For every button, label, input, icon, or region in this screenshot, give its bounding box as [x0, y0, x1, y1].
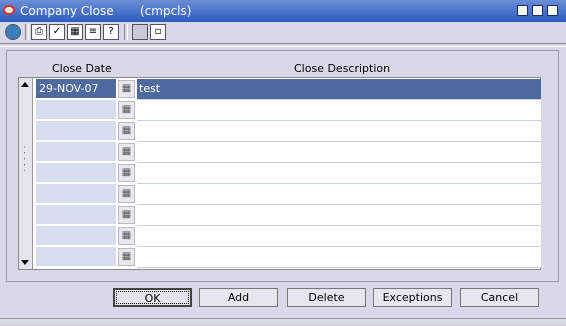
- cancel-button[interactable]: Cancel: [460, 288, 539, 307]
- vertical-scrollbar[interactable]: ⁚ ⁚ ⁚ ⁚: [19, 78, 33, 269]
- toolbar-divider: [0, 43, 566, 47]
- new-doc-icon[interactable]: ▫: [150, 24, 166, 40]
- close-description-cell[interactable]: [137, 163, 541, 184]
- table-row[interactable]: ▦: [35, 121, 541, 142]
- close-date-cell[interactable]: [36, 100, 116, 120]
- close-date-cell[interactable]: [36, 142, 116, 162]
- scroll-down-icon[interactable]: [21, 260, 29, 265]
- calendar-icon[interactable]: ▦: [118, 143, 135, 161]
- table-row[interactable]: ▦: [35, 184, 541, 205]
- close-date-cell[interactable]: 29-NOV-07: [36, 79, 116, 99]
- close-description-cell[interactable]: [137, 142, 541, 163]
- close-date-cell[interactable]: [36, 205, 116, 225]
- close-dates-table: ⁚ ⁚ ⁚ ⁚ 29-NOV-07 ▦ test ▦ ▦ ▦ ▦ ▦ ▦ ▦ ▦: [18, 77, 541, 270]
- scroll-grip-icon[interactable]: ⁚ ⁚ ⁚ ⁚: [23, 147, 26, 174]
- table-row[interactable]: ▦: [35, 163, 541, 184]
- ok-button[interactable]: OK: [113, 288, 192, 307]
- minimize-button[interactable]: [517, 5, 528, 16]
- close-description-cell[interactable]: [137, 205, 541, 226]
- close-description-cell[interactable]: [137, 184, 541, 205]
- help-icon[interactable]: ?: [103, 24, 119, 40]
- delete-button[interactable]: Delete: [287, 288, 366, 307]
- spell-check-icon[interactable]: ✓: [49, 24, 65, 40]
- column-header-close-description: Close Description: [294, 62, 391, 75]
- table-row[interactable]: ▦: [35, 100, 541, 121]
- close-date-cell[interactable]: [36, 163, 116, 183]
- close-date-cell[interactable]: [36, 184, 116, 204]
- window-module-code: (cmpcls): [140, 4, 192, 18]
- close-description-cell[interactable]: [137, 226, 541, 247]
- calendar-icon[interactable]: ▦: [118, 227, 135, 245]
- calendar-icon[interactable]: ▦: [118, 164, 135, 182]
- table-row[interactable]: ▦: [35, 142, 541, 163]
- table-row[interactable]: 29-NOV-07 ▦ test: [35, 79, 541, 100]
- close-description-cell[interactable]: test: [137, 79, 541, 100]
- scroll-up-icon[interactable]: [21, 82, 29, 87]
- close-window-button[interactable]: [547, 5, 558, 16]
- column-header-close-date: Close Date: [52, 62, 112, 75]
- close-description-cell[interactable]: [137, 100, 541, 121]
- window-title: Company Close: [20, 4, 114, 18]
- calendar-icon[interactable]: ▦: [67, 24, 83, 40]
- toolbar-separator: [25, 24, 29, 40]
- toolbar-separator: [124, 24, 128, 40]
- company-close-window: Company Close (cmpcls) ⎙ ✓ ▦ ≡ ? ▫ Close…: [0, 0, 566, 325]
- table-row[interactable]: ▦: [35, 226, 541, 247]
- calendar-icon[interactable]: ▦: [118, 185, 135, 203]
- calendar-icon[interactable]: ▦: [118, 206, 135, 224]
- maximize-button[interactable]: [532, 5, 543, 16]
- print-icon[interactable]: ⎙: [31, 24, 47, 40]
- notes-icon[interactable]: ≡: [85, 24, 101, 40]
- close-date-cell[interactable]: [36, 121, 116, 141]
- add-button[interactable]: Add: [199, 288, 278, 307]
- globe-icon[interactable]: [5, 24, 21, 40]
- oracle-logo-icon: [3, 5, 15, 15]
- table-row[interactable]: ▦: [35, 205, 541, 226]
- close-date-cell[interactable]: [36, 226, 116, 246]
- calendar-icon[interactable]: ▦: [118, 248, 135, 266]
- blank-icon[interactable]: [132, 24, 148, 40]
- title-bar[interactable]: Company Close (cmpcls): [0, 0, 566, 22]
- calendar-icon[interactable]: ▦: [118, 80, 135, 98]
- close-description-cell[interactable]: [137, 121, 541, 142]
- table-row[interactable]: ▦: [35, 247, 541, 268]
- calendar-icon[interactable]: ▦: [118, 122, 135, 140]
- calendar-icon[interactable]: ▦: [118, 101, 135, 119]
- close-date-cell[interactable]: [36, 247, 116, 267]
- close-description-cell[interactable]: [137, 247, 541, 268]
- exceptions-button[interactable]: Exceptions: [373, 288, 452, 307]
- toolbar: ⎙ ✓ ▦ ≡ ? ▫: [0, 22, 566, 42]
